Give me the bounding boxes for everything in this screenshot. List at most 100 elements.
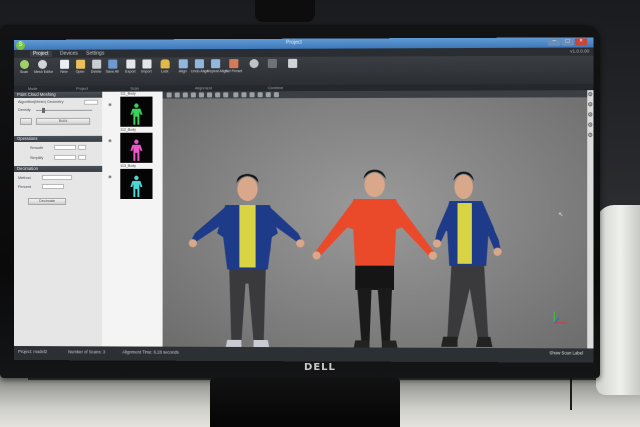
open-button[interactable]: Open bbox=[72, 60, 88, 74]
delete-button[interactable]: Delete bbox=[88, 60, 104, 74]
view-tool-icon[interactable] bbox=[167, 93, 172, 98]
monitor-stand bbox=[210, 378, 400, 427]
scanned-person-3 bbox=[423, 169, 515, 349]
scan-visibility-2[interactable]: ◉ bbox=[108, 138, 112, 143]
settings-gear-icon[interactable]: ⚙ bbox=[587, 102, 593, 108]
window-title: Project bbox=[286, 40, 302, 46]
close-button[interactable]: × bbox=[575, 38, 587, 45]
settings-gear-icon[interactable]: ⚙ bbox=[587, 92, 593, 98]
repeat-align-icon bbox=[211, 59, 220, 68]
panel-header-meshing: Point Cloud Meshing bbox=[14, 92, 102, 98]
undo-align-button[interactable]: Undo Align bbox=[191, 59, 207, 73]
scan-icon bbox=[19, 60, 28, 69]
mesh-editor-icon bbox=[38, 60, 47, 69]
import-icon bbox=[142, 59, 151, 68]
scan-figure-1 bbox=[130, 103, 142, 125]
settings-gear-icon[interactable]: ⚙ bbox=[587, 113, 593, 119]
align-button[interactable]: Align bbox=[175, 59, 191, 73]
scan-list: 111_Body ◉ 112_Body ◉ 113_Body ◉ bbox=[102, 92, 162, 347]
percent-label: Percent bbox=[18, 185, 31, 189]
scan-visibility-1[interactable]: ◉ bbox=[108, 102, 112, 107]
ribbon-toolbar: Scan Mesh Editor New Open Delete Save Al… bbox=[14, 56, 593, 86]
combine-button-1[interactable] bbox=[245, 59, 261, 68]
method-label: Method bbox=[18, 176, 31, 180]
panel-header-decimation: Decimation bbox=[14, 166, 102, 172]
view-tool-icon[interactable] bbox=[183, 92, 188, 97]
set-preset-button[interactable]: Set Preset bbox=[225, 59, 241, 73]
open-icon bbox=[76, 60, 85, 69]
view-tool-icon[interactable] bbox=[175, 92, 180, 97]
decimate-button[interactable]: Decimate bbox=[28, 198, 66, 205]
new-button[interactable]: New bbox=[56, 60, 72, 74]
show-scan-label-toggle[interactable]: Show Scan Label bbox=[549, 350, 583, 355]
lock-button[interactable]: Lock bbox=[157, 59, 173, 73]
save-icon bbox=[108, 60, 117, 69]
scan-thumbnail-1[interactable] bbox=[120, 97, 152, 127]
build-button[interactable]: Build bbox=[36, 118, 90, 125]
maximize-button[interactable]: □ bbox=[561, 38, 573, 45]
delete-icon bbox=[92, 60, 101, 69]
scan-thumbnail-2[interactable] bbox=[120, 133, 152, 163]
import-button[interactable]: Import bbox=[138, 59, 154, 73]
view-tool-icon[interactable] bbox=[191, 92, 196, 97]
algorithm-select[interactable] bbox=[84, 100, 98, 105]
meshing-panel: Point Cloud Meshing Algorithm(Mesh) Geom… bbox=[14, 92, 103, 347]
combine-disabled-icon bbox=[267, 59, 276, 68]
view-tool-icon[interactable] bbox=[274, 92, 279, 97]
3d-viewport[interactable]: ↖ bbox=[163, 97, 588, 348]
view-tool-icon[interactable] bbox=[199, 92, 204, 97]
simplify-label: Simplify bbox=[30, 156, 43, 160]
scan-button[interactable]: Scan bbox=[16, 60, 32, 74]
view-tool-icon[interactable] bbox=[250, 92, 255, 97]
smooth-label: Smooth bbox=[30, 146, 43, 150]
density-slider-handle[interactable] bbox=[42, 108, 45, 113]
scan-thumbnail-3[interactable] bbox=[120, 169, 152, 199]
app-logo-icon: S bbox=[16, 41, 25, 50]
scan-figure-3 bbox=[130, 175, 142, 197]
undo-align-icon bbox=[194, 59, 203, 68]
scan-visibility-3[interactable]: ◉ bbox=[108, 174, 112, 179]
combine-button-2[interactable] bbox=[264, 59, 280, 68]
monitor-brand-logo: DELL bbox=[296, 362, 344, 374]
view-tool-icon[interactable] bbox=[258, 92, 263, 97]
minimize-button[interactable]: – bbox=[548, 38, 560, 45]
algorithm-label: Algorithm(Mesh) Geometry bbox=[18, 100, 64, 104]
axis-gizmo-icon bbox=[550, 309, 569, 327]
combine-button-3[interactable] bbox=[284, 59, 300, 68]
view-tool-icon[interactable] bbox=[207, 92, 212, 97]
menu-project[interactable]: Project bbox=[30, 51, 52, 57]
scanned-person-2 bbox=[308, 167, 441, 349]
smooth-stepper[interactable] bbox=[78, 145, 86, 150]
save-all-button[interactable]: Save All bbox=[104, 60, 120, 74]
settings-gear-icon[interactable]: ⚙ bbox=[587, 133, 593, 139]
settings-gear-icon[interactable]: ⚙ bbox=[587, 123, 593, 129]
mesh-preview-button[interactable] bbox=[20, 118, 32, 125]
view-tool-icon[interactable] bbox=[266, 92, 271, 97]
status-scan-count: Number of Scans: 3 bbox=[68, 349, 105, 354]
menu-devices[interactable]: Devices bbox=[60, 51, 78, 57]
combine-icon bbox=[249, 59, 258, 68]
view-tool-icon[interactable] bbox=[223, 92, 228, 97]
status-project: Project: model2 bbox=[18, 349, 47, 354]
align-icon bbox=[178, 59, 187, 68]
lock-icon bbox=[160, 59, 169, 68]
scanned-person-1 bbox=[187, 171, 309, 349]
view-tool-icon[interactable] bbox=[215, 92, 220, 97]
simplify-stepper[interactable] bbox=[78, 155, 86, 160]
export-button[interactable]: Export bbox=[122, 59, 138, 73]
method-select[interactable] bbox=[42, 175, 72, 180]
monitor-screen: S Project – □ × Project Devices Settings… bbox=[14, 37, 593, 362]
menu-settings[interactable]: Settings bbox=[86, 51, 104, 57]
percent-field[interactable] bbox=[42, 184, 64, 189]
repeat-align-button[interactable]: Repeat Align bbox=[207, 59, 223, 73]
density-label: Density bbox=[18, 108, 31, 112]
mesh-editor-button[interactable]: Mesh Editor bbox=[34, 60, 50, 74]
new-icon bbox=[60, 60, 69, 69]
view-tool-icon[interactable] bbox=[241, 92, 246, 97]
mouse-cursor-icon: ↖ bbox=[558, 211, 563, 218]
version-label: v1.0.0.00 bbox=[570, 49, 589, 54]
simplify-field[interactable] bbox=[54, 155, 76, 160]
play-icon[interactable] bbox=[233, 92, 238, 97]
monitor-cable bbox=[255, 0, 315, 22]
smooth-field[interactable] bbox=[54, 145, 76, 150]
